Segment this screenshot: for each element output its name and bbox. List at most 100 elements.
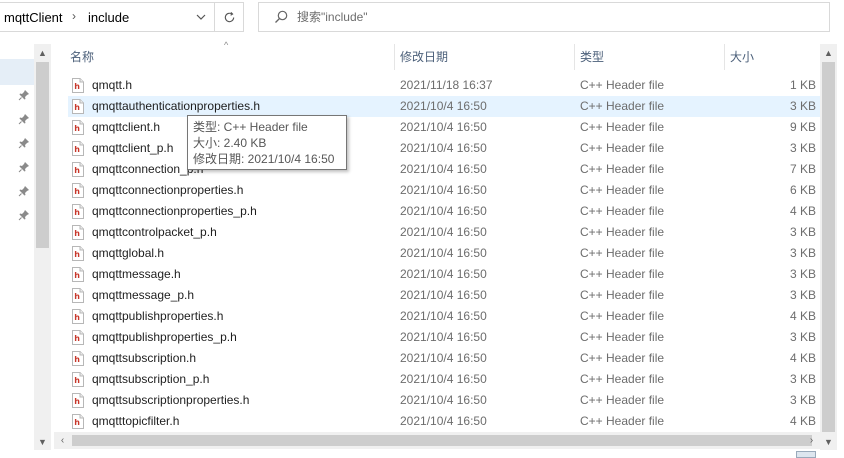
file-name: qmqttmessage_p.h [92, 288, 195, 302]
file-date: 2021/10/4 16:50 [400, 246, 487, 260]
file-name: qmqttsubscription.h [92, 351, 197, 365]
column-type[interactable]: 类型 [572, 44, 722, 70]
file-type: C++ Header file [580, 330, 665, 344]
svg-text:h: h [74, 103, 80, 112]
file-date: 2021/10/4 16:50 [400, 267, 487, 281]
header-file-icon: h [72, 288, 84, 303]
table-row[interactable]: h qmqtt.h 2021/11/18 16:37 C++ Header file 1… [68, 75, 820, 96]
pin-icon[interactable] [18, 113, 30, 125]
file-name: qmqttpublishproperties.h [92, 309, 224, 323]
file-date: 2021/10/4 16:50 [400, 288, 487, 302]
file-size: 3 KB [789, 225, 816, 239]
horizontal-scrollbar[interactable]: ‹ › [54, 432, 820, 449]
svg-text:h: h [74, 229, 80, 238]
file-list: ^ 名称 修改日期 类型 大小 h qmqtt.h 2021/11/18 16:37… [62, 40, 844, 458]
table-row[interactable]: h qmqttclient.h 2021/10/4 16:50 C++ Header … [68, 117, 820, 138]
search-box[interactable] [258, 2, 830, 32]
table-row[interactable]: h qmqttconnection_p.h 2021/10/4 16:50 C++ H… [68, 159, 820, 180]
view-toggle-button[interactable] [796, 451, 816, 458]
breadcrumb-separator-icon[interactable]: › [72, 9, 76, 23]
table-row[interactable]: h qmqttclient_p.h 2021/10/4 16:50 C++ Heade… [68, 138, 820, 159]
file-size: 4 KB [789, 204, 816, 218]
file-date: 2021/10/4 16:50 [400, 330, 487, 344]
table-row[interactable]: h qmqttsubscription_p.h 2021/10/4 16:50 C++… [68, 369, 820, 390]
file-name: qmqttauthenticationproperties.h [92, 99, 261, 113]
svg-text:h: h [74, 355, 80, 364]
table-row[interactable]: h qmqttmessage_p.h 2021/10/4 16:50 C++ Head… [68, 285, 820, 306]
pin-icon[interactable] [18, 89, 30, 101]
file-date: 2021/10/4 16:50 [400, 183, 487, 197]
table-row[interactable]: h qmqttpublishproperties_p.h 2021/10/4 16:… [68, 327, 820, 348]
table-row[interactable]: h qmqtttopicfilter.h 2021/10/4 16:50 C++ He… [68, 411, 820, 432]
header-file-icon: h [72, 372, 84, 387]
refresh-icon [224, 11, 234, 22]
table-row[interactable]: h qmqttconnectionproperties_p.h 2021/10/4 … [68, 201, 820, 222]
file-size: 3 KB [789, 267, 816, 281]
list-vertical-scrollbar[interactable]: ▲ ▼ [820, 44, 837, 450]
breadcrumb-parent[interactable]: mqttClient [4, 10, 63, 25]
file-size: 6 KB [789, 183, 816, 197]
table-row[interactable]: h qmqttpublishproperties.h 2021/10/4 16:50… [68, 306, 820, 327]
header-file-icon: h [72, 393, 84, 408]
pin-icon[interactable] [18, 209, 30, 221]
header-file-icon: h [72, 162, 84, 177]
pin-icon[interactable] [18, 137, 30, 149]
scroll-down-icon[interactable]: ▼ [820, 433, 837, 450]
scroll-up-icon[interactable]: ▲ [820, 44, 837, 61]
header-file-icon: h [72, 99, 84, 114]
pin-icon[interactable] [18, 161, 30, 173]
nav-vertical-scrollbar[interactable]: ▲ ▼ [34, 44, 51, 450]
navigation-pane: ▲ ▼ [0, 44, 52, 458]
scroll-left-icon[interactable]: ‹ [54, 432, 71, 449]
scroll-right-icon[interactable]: › [803, 432, 820, 449]
file-name: qmqttconnectionproperties_p.h [92, 204, 257, 218]
file-type: C++ Header file [580, 414, 665, 428]
breadcrumb-current[interactable]: include [88, 10, 129, 25]
file-info-tooltip: 类型: C++ Header file 大小: 2.40 KB 修改日期: 20… [187, 115, 347, 170]
scroll-up-icon[interactable]: ▲ [34, 44, 51, 61]
column-name[interactable]: 名称 [62, 44, 394, 70]
file-type: C++ Header file [580, 225, 665, 239]
header-file-icon: h [72, 309, 84, 324]
file-size: 9 KB [789, 120, 816, 134]
search-input[interactable] [297, 8, 797, 26]
file-date: 2021/10/4 16:50 [400, 393, 487, 407]
file-date: 2021/10/4 16:50 [400, 162, 487, 176]
nav-selected-item[interactable] [0, 59, 34, 85]
svg-text:h: h [74, 397, 80, 406]
scroll-thumb[interactable] [36, 62, 49, 248]
refresh-button[interactable] [214, 3, 243, 31]
column-date[interactable]: 修改日期 [392, 44, 572, 70]
svg-text:h: h [74, 313, 80, 322]
table-row[interactable]: h qmqttcontrolpacket_p.h 2021/10/4 16:50 C+… [68, 222, 820, 243]
scroll-down-icon[interactable]: ▼ [34, 433, 51, 450]
scroll-thumb[interactable] [72, 435, 812, 446]
table-row[interactable]: h qmqttmessage.h 2021/10/4 16:50 C++ Header… [68, 264, 820, 285]
file-date: 2021/10/4 16:50 [400, 225, 487, 239]
table-row[interactable]: h qmqttsubscription.h 2021/10/4 16:50 C++ H… [68, 348, 820, 369]
file-type: C++ Header file [580, 267, 665, 281]
table-row[interactable]: h qmqttsubscriptionproperties.h 2021/10/4 … [68, 390, 820, 411]
history-dropdown-button[interactable] [188, 3, 214, 31]
scroll-thumb[interactable] [822, 62, 835, 432]
file-size: 3 KB [789, 372, 816, 386]
file-size: 3 KB [789, 246, 816, 260]
address-bar[interactable]: mqttClient › include [0, 2, 244, 32]
column-size[interactable]: 大小 [722, 44, 822, 70]
file-type: C++ Header file [580, 288, 665, 302]
pin-icon[interactable] [18, 185, 30, 197]
header-file-icon: h [72, 267, 84, 282]
file-size: 3 KB [789, 141, 816, 155]
file-name: qmqttclient.h [92, 120, 161, 134]
table-row[interactable]: h qmqttconnectionproperties.h 2021/10/4 16… [68, 180, 820, 201]
file-type: C++ Header file [580, 120, 665, 134]
file-name: qmqttconnectionproperties.h [92, 183, 244, 197]
svg-text:h: h [74, 145, 80, 154]
file-date: 2021/10/4 16:50 [400, 309, 487, 323]
table-row[interactable]: h qmqttauthenticationproperties.h 2021/10/… [68, 96, 820, 117]
header-file-icon: h [72, 141, 84, 156]
svg-text:h: h [74, 82, 80, 91]
file-type: C++ Header file [580, 351, 665, 365]
header-file-icon: h [72, 246, 84, 261]
table-row[interactable]: h qmqttglobal.h 2021/10/4 16:50 C++ Header … [68, 243, 820, 264]
